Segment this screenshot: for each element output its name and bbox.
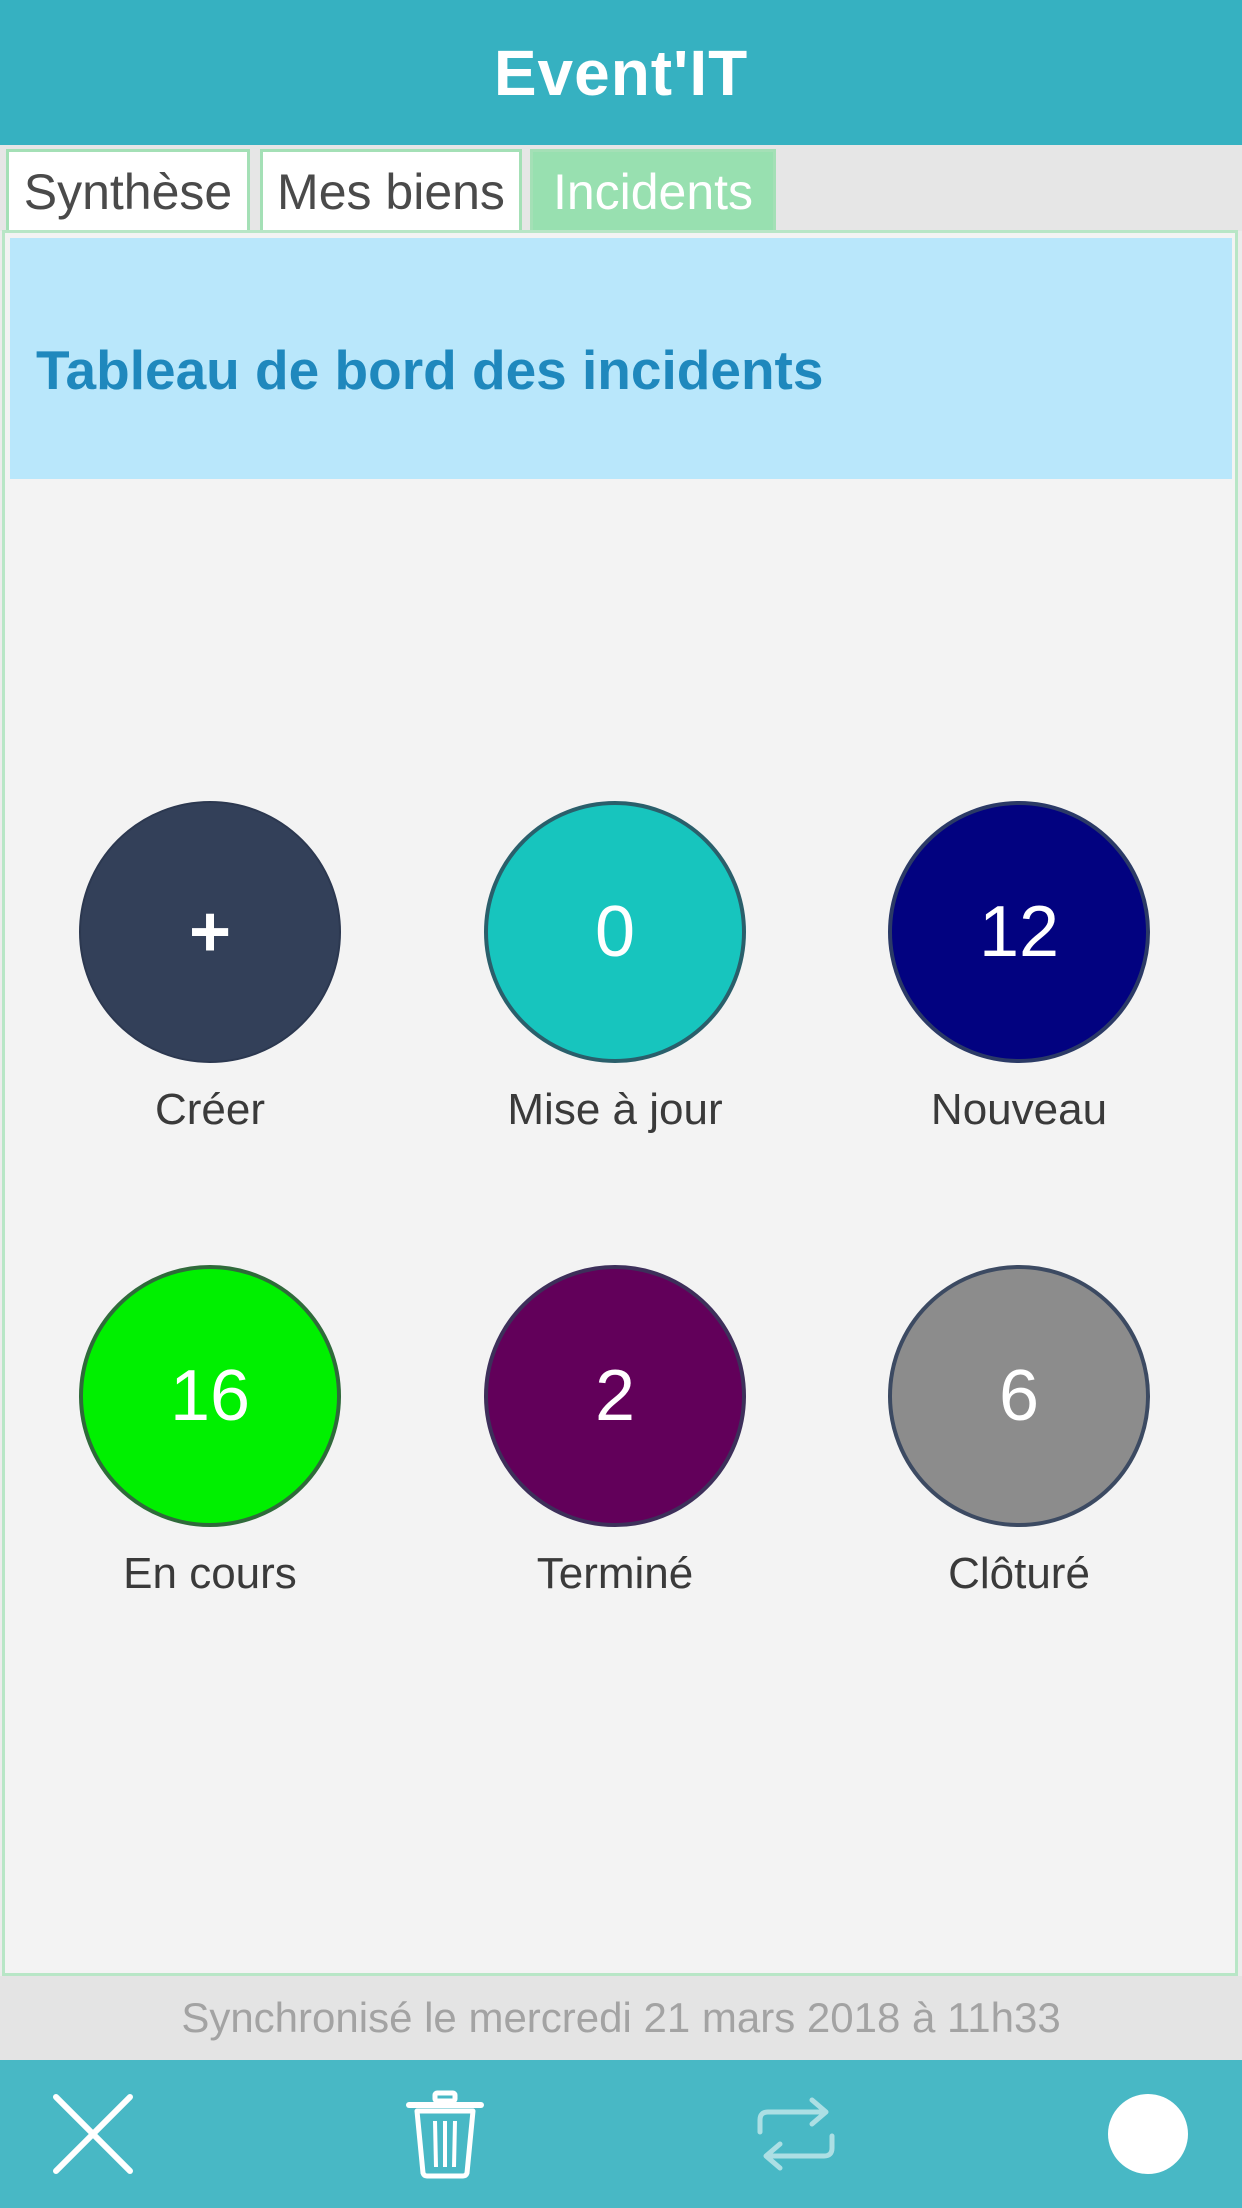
close-icon	[53, 2094, 133, 2174]
circle-icon	[1108, 2094, 1188, 2174]
closed-count-button[interactable]: 6	[888, 1265, 1150, 1527]
tab-incidents[interactable]: Incidents	[530, 149, 776, 231]
tile-label: Clôturé	[948, 1549, 1090, 1598]
update-count-button[interactable]: 0	[484, 801, 746, 1063]
incidents-panel: Tableau de bord des incidents + Créer 0 …	[2, 230, 1238, 1976]
tile-label: Terminé	[536, 1549, 694, 1598]
tab-synthese[interactable]: Synthèse	[6, 149, 250, 231]
sync-icon	[757, 2097, 835, 2171]
tab-mes-biens[interactable]: Mes biens	[260, 149, 522, 231]
dashboard-title: Tableau de bord des incidents	[36, 339, 824, 401]
bottom-toolbar	[0, 2060, 1242, 2208]
sync-status: Synchronisé le mercredi 21 mars 2018 à 1…	[0, 1976, 1242, 2060]
sync-status-text: Synchronisé le mercredi 21 mars 2018 à 1…	[181, 1994, 1061, 2041]
app-header: Event'IT	[0, 0, 1242, 145]
tile-label: En cours	[123, 1549, 297, 1598]
status-button[interactable]	[1098, 2084, 1198, 2184]
plus-icon: +	[188, 892, 232, 972]
count-value: 16	[169, 1356, 251, 1436]
tile-mise-a-jour: 0 Mise à jour	[465, 801, 765, 1135]
create-incident-button[interactable]: +	[79, 801, 341, 1063]
delete-button[interactable]	[395, 2084, 495, 2184]
sync-button[interactable]	[746, 2084, 846, 2184]
in-progress-count-button[interactable]: 16	[79, 1265, 341, 1527]
trash-icon	[406, 2090, 484, 2179]
tab-bar: Synthèse Mes biens Incidents	[0, 145, 1242, 231]
count-value: 2	[594, 1356, 636, 1436]
tile-label: Mise à jour	[507, 1085, 723, 1134]
tile-cloture: 6 Clôturé	[869, 1265, 1169, 1599]
app-screen: Event'IT Synthèse Mes biens Incidents Ta…	[0, 0, 1242, 2208]
close-button[interactable]	[43, 2084, 143, 2184]
tile-termine: 2 Terminé	[465, 1265, 765, 1599]
dashboard-banner: Tableau de bord des incidents	[10, 238, 1232, 479]
tile-nouveau: 12 Nouveau	[869, 801, 1169, 1135]
tile-label: Nouveau	[930, 1085, 1108, 1134]
count-value: 6	[998, 1356, 1040, 1436]
new-count-button[interactable]: 12	[888, 801, 1150, 1063]
app-title: Event'IT	[493, 36, 749, 109]
count-value: 0	[594, 892, 636, 972]
tile-creer: + Créer	[60, 801, 360, 1135]
tile-en-cours: 16 En cours	[60, 1265, 360, 1599]
tile-label: Créer	[154, 1085, 266, 1134]
done-count-button[interactable]: 2	[484, 1265, 746, 1527]
count-value: 12	[978, 892, 1060, 972]
